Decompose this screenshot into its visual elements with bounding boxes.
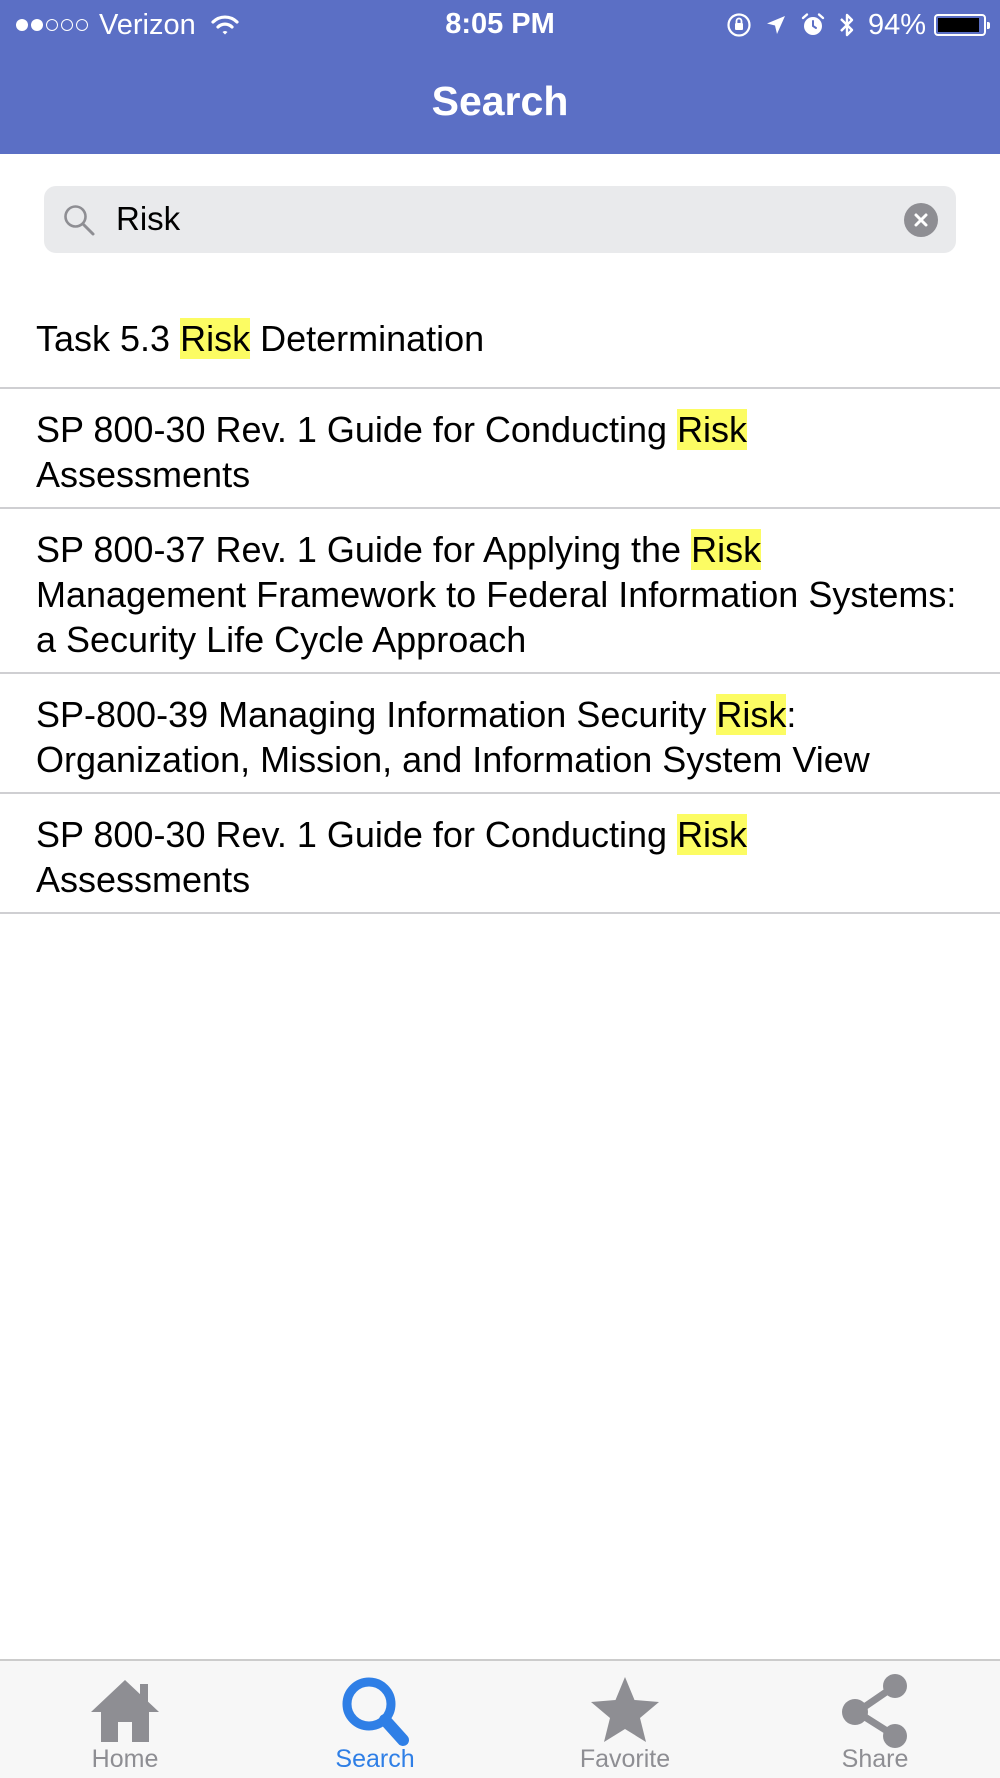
close-icon [914,213,928,227]
search-icon [250,1671,500,1749]
rotation-lock-icon [726,12,752,38]
result-match-highlight: Risk [716,694,787,735]
app-header: Verizon 8:05 PM 94% Search [0,0,1000,154]
search-input[interactable] [112,194,940,244]
tab-share[interactable]: Share [750,1661,1000,1778]
tab-search-label: Search [335,1745,415,1773]
result-text: Determination [250,318,485,359]
result-text: SP 800-30 Rev. 1 Guide for Conducting [36,814,678,855]
clear-search-button[interactable] [904,203,938,237]
star-icon [500,1671,750,1749]
tab-favorite-label: Favorite [579,1745,671,1773]
search-result-item[interactable]: SP-800-39 Managing Information Security … [0,674,1000,794]
search-bar[interactable] [44,186,956,253]
result-text: Task 5.3 [36,318,181,359]
tab-home[interactable]: Home [0,1661,250,1778]
search-results-list: Task 5.3 Risk Determination SP 800-30 Rev… [0,298,1000,914]
search-result-item[interactable]: SP 800-30 Rev. 1 Guide for Conducting Ri… [0,389,1000,509]
battery-icon [934,14,990,36]
tab-home-label: Home [91,1745,159,1773]
page-title: Search [431,78,569,124]
result-text: Assessments [36,859,251,900]
home-icon [0,1671,250,1749]
tab-bar: Home Search Favorite Share [0,1659,1000,1778]
result-text: SP 800-37 Rev. 1 Guide for Applying the [36,529,692,570]
bluetooth-icon [838,11,856,39]
result-text: SP 800-30 Rev. 1 Guide for Conducting [36,409,678,450]
search-result-item[interactable]: Task 5.3 Risk Determination [0,298,1000,389]
result-match-highlight: Risk [180,318,251,359]
tab-favorite[interactable]: Favorite [500,1661,750,1778]
result-match-highlight: Risk [691,529,762,570]
alarm-icon [800,12,826,38]
tab-search[interactable]: Search [250,1661,500,1778]
search-result-item[interactable]: SP 800-30 Rev. 1 Guide for Conducting Ri… [0,794,1000,914]
share-icon [750,1671,1000,1749]
tab-share-label: Share [841,1745,909,1773]
search-result-item[interactable]: SP 800-37 Rev. 1 Guide for Applying the … [0,509,1000,674]
status-right: 94% [714,8,990,42]
search-icon [62,203,96,242]
location-arrow-icon [764,13,788,37]
result-text: Assessments [36,454,251,495]
result-match-highlight: Risk [677,814,748,855]
result-match-highlight: Risk [677,409,748,450]
status-bar: Verizon 8:05 PM 94% [0,0,1000,50]
battery-level [938,18,980,32]
battery-percent: 94% [867,8,926,41]
result-text: Management Framework to Federal Informat… [36,574,957,660]
result-text: SP-800-39 Managing Information Security [36,694,717,735]
